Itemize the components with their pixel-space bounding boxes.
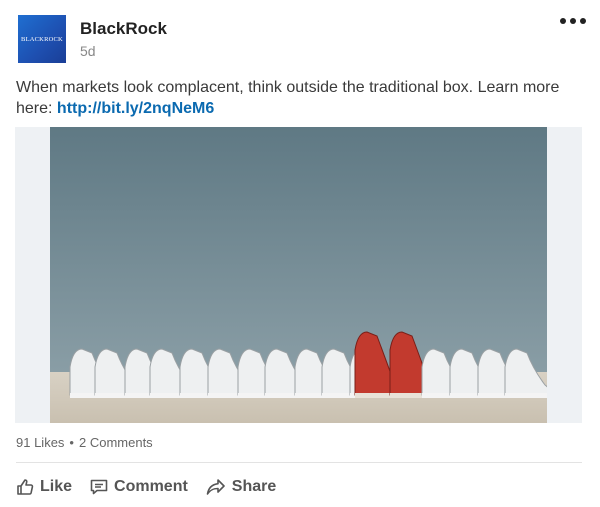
more-options-icon[interactable]: [560, 16, 586, 26]
share-button[interactable]: Share: [206, 478, 276, 496]
like-button[interactable]: Like: [16, 478, 72, 496]
author-name[interactable]: BlackRock: [80, 19, 167, 39]
comment-label: Comment: [114, 478, 188, 495]
share-label: Share: [231, 478, 277, 495]
comment-button[interactable]: Comment: [90, 478, 188, 496]
like-label: Like: [40, 478, 73, 495]
post-link[interactable]: http://bit.ly/2nqNeM6: [57, 100, 214, 117]
post-text: When markets look complacent, think outs…: [16, 77, 586, 119]
logo-text: BLACKROCK: [21, 35, 63, 43]
post-actions: Like Comment Share: [16, 478, 276, 496]
comments-count[interactable]: 2 Comments: [79, 435, 153, 450]
comment-icon: [90, 479, 108, 495]
company-logo[interactable]: BLACKROCK: [18, 15, 66, 63]
likes-count[interactable]: 91 Likes: [16, 435, 64, 450]
post-age: 5d: [80, 43, 96, 59]
thumbs-up-icon: [17, 479, 34, 495]
post-image[interactable]: [15, 127, 582, 423]
divider: [16, 462, 582, 463]
sneakers-photo: [50, 127, 547, 423]
stats-separator: •: [69, 435, 74, 450]
post-stats: 91 Likes • 2 Comments: [16, 435, 153, 450]
share-icon: [206, 479, 225, 495]
